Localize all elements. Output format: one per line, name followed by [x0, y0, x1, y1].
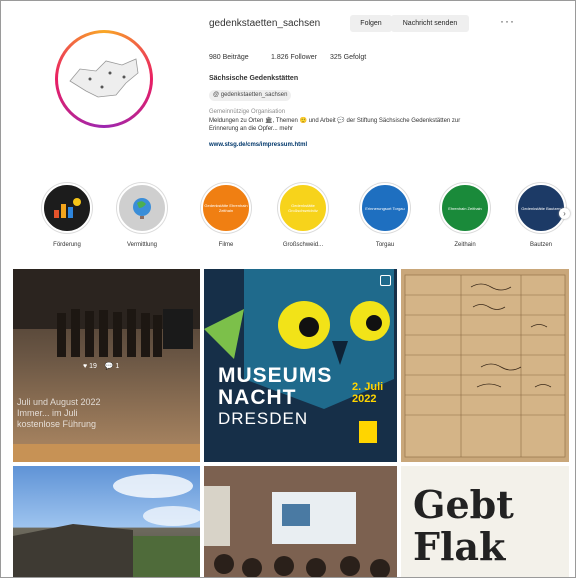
highlight-label: Förderung	[53, 242, 81, 248]
profile-avatar[interactable]	[55, 30, 153, 128]
highlight-icon	[42, 183, 92, 233]
following-count[interactable]: 325 Gefolgt	[330, 54, 366, 61]
profile-link[interactable]: www.stsg.de/cms/impressum.html	[209, 142, 307, 148]
highlight-icon: Ehrenhain Zeithain	[440, 183, 490, 233]
museum-date: 2. Juli 2022	[352, 381, 384, 405]
highlight-label: Zeithain	[454, 242, 476, 248]
username: gedenkstaetten_sachsen	[209, 18, 321, 29]
highlight-torgau[interactable]: Erinnerungsort Torgau Torgau	[352, 183, 418, 248]
highlight-label: Vermittlung	[126, 242, 157, 248]
post-tile[interactable]	[401, 269, 569, 462]
post-tile[interactable]	[13, 466, 200, 577]
instagram-profile: gedenkstaetten_sachsen Folgen Nachricht …	[0, 0, 576, 578]
avatar-map-image	[58, 33, 150, 125]
museum-subtitle: DRESDEN	[218, 409, 309, 428]
profile-category: Gemeinnützige Organisation	[209, 109, 286, 115]
followers-count[interactable]: 1.826 Follower	[271, 54, 317, 61]
full-name: Sächsische Gedenkstätten	[209, 75, 299, 82]
profile-bio: Meldungen zu Orten 🏛, Themen 🙂 und Arbei…	[209, 118, 461, 132]
more-options-icon[interactable]: ···	[500, 14, 515, 28]
multi-post-icon	[380, 275, 391, 286]
message-button[interactable]: Nachricht senden	[391, 15, 469, 32]
highlight-icon: Gedenkstätte Großschweidnitz	[278, 183, 328, 233]
highlight-zeithain[interactable]: Ehrenhain Zeithain Zeithain	[432, 183, 498, 248]
highlight-label: Bautzen	[529, 242, 553, 248]
post-tile[interactable]: Gebt Flak	[401, 466, 569, 577]
museum-logo-icon	[359, 421, 377, 443]
highlight-foerderung[interactable]: Förderung	[34, 183, 100, 248]
threads-handle-chip[interactable]: @ gedenkstaetten_sachsen	[209, 90, 292, 101]
globe-icon	[117, 183, 167, 233]
highlight-icon: Gedenkstätte Bautzen	[516, 183, 566, 233]
highlight-icon: Gedenkstätte Ehrenhain Zeithain	[201, 183, 251, 233]
post-caption-overlay: Juli und August 2022 Immer... im Juli ko…	[17, 397, 101, 429]
saxony-map-icon	[69, 58, 139, 98]
post-tile[interactable]: ♥ 19 💬 1 Juli und August 2022 Immer... i…	[13, 269, 200, 462]
building-photo-image	[13, 474, 200, 577]
document-card-image	[404, 274, 566, 458]
museum-title: MUSEUMS NACHT	[218, 364, 333, 409]
chevron-right-icon[interactable]: ›	[559, 208, 570, 219]
highlight-label: Filme	[218, 242, 234, 248]
highlight-vermittlung[interactable]: Vermittlung	[109, 183, 175, 248]
post-tile[interactable]	[204, 466, 397, 577]
likes-count: ♥ 19	[83, 363, 97, 370]
post-tile[interactable]: MUSEUMS NACHT DRESDEN 2. Juli 2022	[204, 269, 397, 462]
follow-button[interactable]: Folgen	[350, 15, 392, 32]
highlight-filme[interactable]: Gedenkstätte Ehrenhain Zeithain Filme	[193, 183, 259, 248]
post-stats-overlay: ♥ 19 💬 1	[83, 362, 119, 370]
highlight-label: Torgau	[375, 242, 395, 248]
highlight-label: Großschweid...	[282, 242, 324, 248]
comments-count: 💬 1	[104, 363, 120, 370]
poster-text: Gebt Flak	[413, 482, 514, 569]
highlight-grossschweidnitz[interactable]: Gedenkstätte Großschweidnitz Großschweid…	[270, 183, 336, 248]
lecture-photo-image	[204, 466, 397, 577]
posts-count: 980 Beiträge	[209, 54, 249, 61]
highlight-icon: Erinnerungsort Torgau	[360, 183, 410, 233]
